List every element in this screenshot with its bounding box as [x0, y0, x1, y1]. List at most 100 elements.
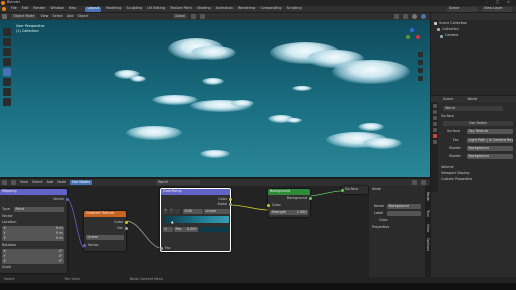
sidebar-tab-node[interactable]: Node — [426, 192, 430, 201]
world-output-node[interactable]: Surface — [340, 186, 368, 194]
overlay-node-icon[interactable] — [421, 180, 426, 185]
proportional-edit-icon[interactable] — [200, 14, 206, 19]
3d-viewport[interactable]: User Perspective (1) Collection — [0, 20, 430, 177]
select-tool-icon[interactable] — [3, 28, 11, 36]
measure-tool-icon[interactable] — [3, 98, 11, 106]
colorramp-node[interactable]: ColorRamp Color Alpha + − RGB Linear ▲ 0… — [159, 188, 232, 252]
transform-tool-icon[interactable] — [3, 78, 11, 86]
camera-view-icon[interactable] — [418, 68, 423, 73]
close-icon[interactable]: ✕ — [507, 0, 510, 4]
panel-viewport-display[interactable]: Viewport Display — [441, 171, 470, 175]
tab-texture-paint[interactable]: Texture Paint — [170, 6, 192, 10]
colorramp-node-header[interactable]: ColorRamp — [161, 189, 230, 195]
viewport-menu-object[interactable]: Object — [77, 14, 88, 18]
socket-output[interactable] — [308, 197, 312, 200]
node-menu-view[interactable]: View — [20, 180, 28, 184]
xray-icon[interactable] — [403, 14, 408, 19]
add-stop-button[interactable]: + — [163, 208, 168, 214]
node-world-selector[interactable]: World — [155, 179, 200, 186]
outliner-row[interactable]: Camera — [431, 33, 516, 39]
mode-selector[interactable]: Object Mode — [11, 13, 37, 20]
mix-fac-field[interactable]: Light Path | Is Camera Ray — [467, 138, 513, 143]
tab-shading[interactable]: Shading — [197, 6, 211, 10]
sidebar-node-section[interactable]: Node — [372, 187, 381, 191]
node-menu-select[interactable]: Select — [32, 180, 42, 184]
node-menu-node[interactable]: Node — [57, 180, 66, 184]
gradient-mode-field[interactable]: Linear — [86, 235, 124, 240]
tool-tab-icon[interactable] — [432, 104, 437, 108]
sidebar-label-field[interactable] — [387, 211, 421, 216]
shading-solid-icon[interactable] — [412, 14, 417, 19]
scene-selector[interactable]: Scene — [447, 6, 477, 12]
tab-scripting[interactable]: Scripting — [287, 6, 302, 10]
menu-edit[interactable]: Edit — [22, 6, 29, 10]
ortho-toggle-icon[interactable] — [418, 76, 423, 81]
socket-input[interactable] — [340, 188, 344, 192]
blender-menu-icon[interactable] — [2, 7, 6, 11]
socket-input[interactable] — [82, 244, 86, 247]
rotate-tool-icon[interactable] — [3, 58, 11, 66]
tab-uv-editing[interactable]: UV Editing — [147, 6, 165, 10]
world-datablock[interactable]: World — [443, 106, 503, 111]
gizmo-x-icon[interactable] — [416, 35, 420, 39]
strength-field[interactable]: Strength 1.000 — [270, 210, 308, 215]
socket-output[interactable] — [228, 198, 232, 201]
location-x-field[interactable]: X0 m — [2, 226, 64, 231]
snap-icon[interactable] — [191, 14, 197, 19]
interpolation-field[interactable]: Linear — [204, 209, 230, 214]
shader2-field[interactable]: Background — [467, 154, 513, 159]
remove-stop-button[interactable]: − — [169, 208, 174, 214]
annotate-tool-icon[interactable] — [3, 88, 11, 96]
sidebar-tab-tool[interactable]: Tool — [426, 210, 430, 217]
use-nodes-button[interactable]: Use Nodes — [443, 121, 513, 126]
scale-tool-icon[interactable] — [3, 68, 11, 76]
gradient-texture-node[interactable]: Gradient Texture Color Fac Linear Vector — [82, 211, 128, 251]
rotation-z-field[interactable]: Z 0° — [2, 259, 64, 264]
node-use-nodes-toggle[interactable]: Use Nodes — [69, 179, 92, 186]
mapping-type-field[interactable]: Point — [14, 207, 64, 212]
background-node-header[interactable]: Background — [268, 189, 310, 195]
stop-position-field[interactable]: Pos 0.000 — [174, 227, 198, 232]
stop-index-field[interactable]: 0 — [163, 227, 173, 232]
navigation-gizmo[interactable] — [404, 28, 422, 46]
shading-rendered-icon[interactable] — [421, 14, 426, 19]
cursor-tool-icon[interactable] — [3, 38, 11, 46]
tab-layout[interactable]: Layout — [85, 6, 101, 12]
mapping-node-header[interactable]: Mapping — [0, 189, 67, 195]
menu-render[interactable]: Render — [33, 6, 45, 10]
gizmo-y-icon[interactable] — [406, 35, 410, 39]
output-tab-icon[interactable] — [432, 116, 437, 120]
tab-rendering[interactable]: Rendering — [238, 6, 255, 10]
world-tab-icon[interactable] — [432, 134, 437, 138]
menu-window[interactable]: Window — [50, 6, 63, 10]
panel-custom-properties[interactable]: Custom Properties — [441, 177, 472, 181]
socket-input[interactable] — [159, 247, 163, 250]
sidebar-name-field[interactable]: Background — [387, 204, 421, 209]
view-layer-selector[interactable]: View Layer — [482, 6, 512, 12]
location-y-field[interactable]: Y0 m — [2, 231, 64, 236]
viewport-menu-select[interactable]: Select — [52, 14, 62, 18]
zoom-icon[interactable] — [418, 52, 423, 57]
tab-sculpting[interactable]: Sculpting — [126, 6, 142, 10]
socket-output[interactable] — [124, 227, 128, 230]
socket-output[interactable] — [228, 203, 232, 206]
shader1-field[interactable]: Background — [467, 146, 513, 151]
object-tab-icon[interactable] — [432, 140, 437, 144]
tab-animation[interactable]: Animation — [216, 6, 233, 10]
view-layer-tab-icon[interactable] — [432, 122, 437, 126]
node-menu-add[interactable]: Add — [47, 180, 54, 184]
viewport-menu-view[interactable]: View — [40, 14, 48, 18]
panel-volume[interactable]: Volume — [441, 165, 454, 169]
editor-type-icon[interactable] — [2, 14, 7, 19]
socket-input[interactable] — [266, 204, 270, 207]
menu-file[interactable]: File — [11, 6, 17, 10]
socket-output[interactable] — [124, 221, 128, 224]
color-stop-marker[interactable]: ▲ — [171, 220, 174, 224]
background-node[interactable]: Background Background Color Strength 1.00… — [266, 189, 312, 217]
maximize-icon[interactable]: □ — [496, 0, 499, 4]
gizmo-z-icon[interactable] — [410, 28, 414, 32]
minimize-icon[interactable]: – — [486, 0, 488, 4]
sidebar-properties-section[interactable]: Properties — [372, 225, 389, 229]
world-shader-icon[interactable] — [11, 180, 16, 185]
sidebar-tab-options[interactable]: Options — [426, 238, 430, 251]
